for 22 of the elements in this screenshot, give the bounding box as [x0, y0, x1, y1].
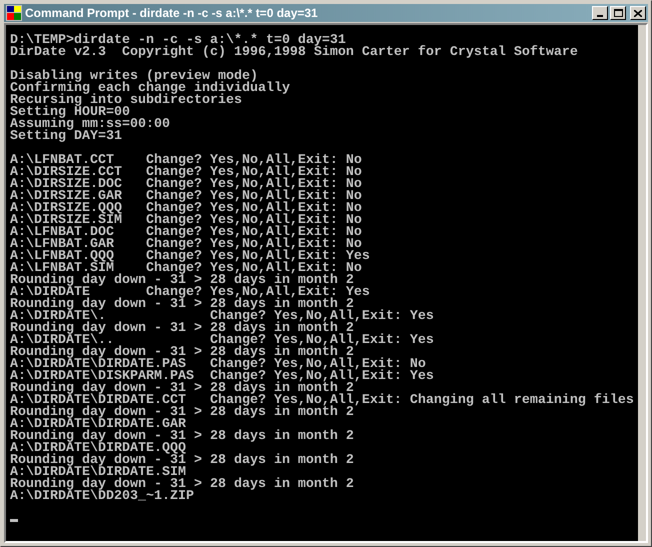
text-cursor [10, 519, 18, 522]
close-button[interactable] [630, 6, 646, 20]
console-line: Rounding day down - 31 > 28 days in month 2 [10, 431, 354, 443]
dos-icon [6, 5, 22, 21]
console-line: A:\DIRDATE\DIRDATE.QQQ [10, 443, 186, 455]
console-line: Rounding day down - 31 > 28 days in month 2 [10, 407, 354, 419]
console-line: Rounding day down - 31 > 28 days in month 2 [10, 479, 354, 491]
console-line: Recursing into subdirectories [10, 95, 242, 107]
minimize-button[interactable] [592, 6, 608, 20]
minimize-icon [597, 15, 603, 17]
console-line: A:\LFNBAT.QQQ Change? Yes,No,All,Exit: Yes [10, 251, 370, 263]
console-line: Rounding day down - 31 > 28 days in month 2 [10, 455, 354, 467]
maximize-button[interactable] [610, 6, 626, 20]
console-line: A:\DIRDATE\DD203_~1.ZIP [10, 491, 194, 503]
console-line: Assuming mm:ss=00:00 [10, 119, 170, 131]
close-icon [634, 10, 642, 16]
console-line: DirDate v2.3 Copyright (c) 1996,1998 Simon Carter for Crystal Software [10, 47, 578, 59]
maximize-icon [614, 9, 622, 17]
console-line: A:\DIRSIZE.QQQ Change? Yes,No,All,Exit: No [10, 203, 362, 215]
console-line: Setting DAY=31 [10, 131, 122, 143]
window-title: Command Prompt - dirdate -n -c -s a:\*.* t=0 day=31 [25, 5, 319, 22]
console-line: Setting HOUR=00 [10, 107, 130, 119]
